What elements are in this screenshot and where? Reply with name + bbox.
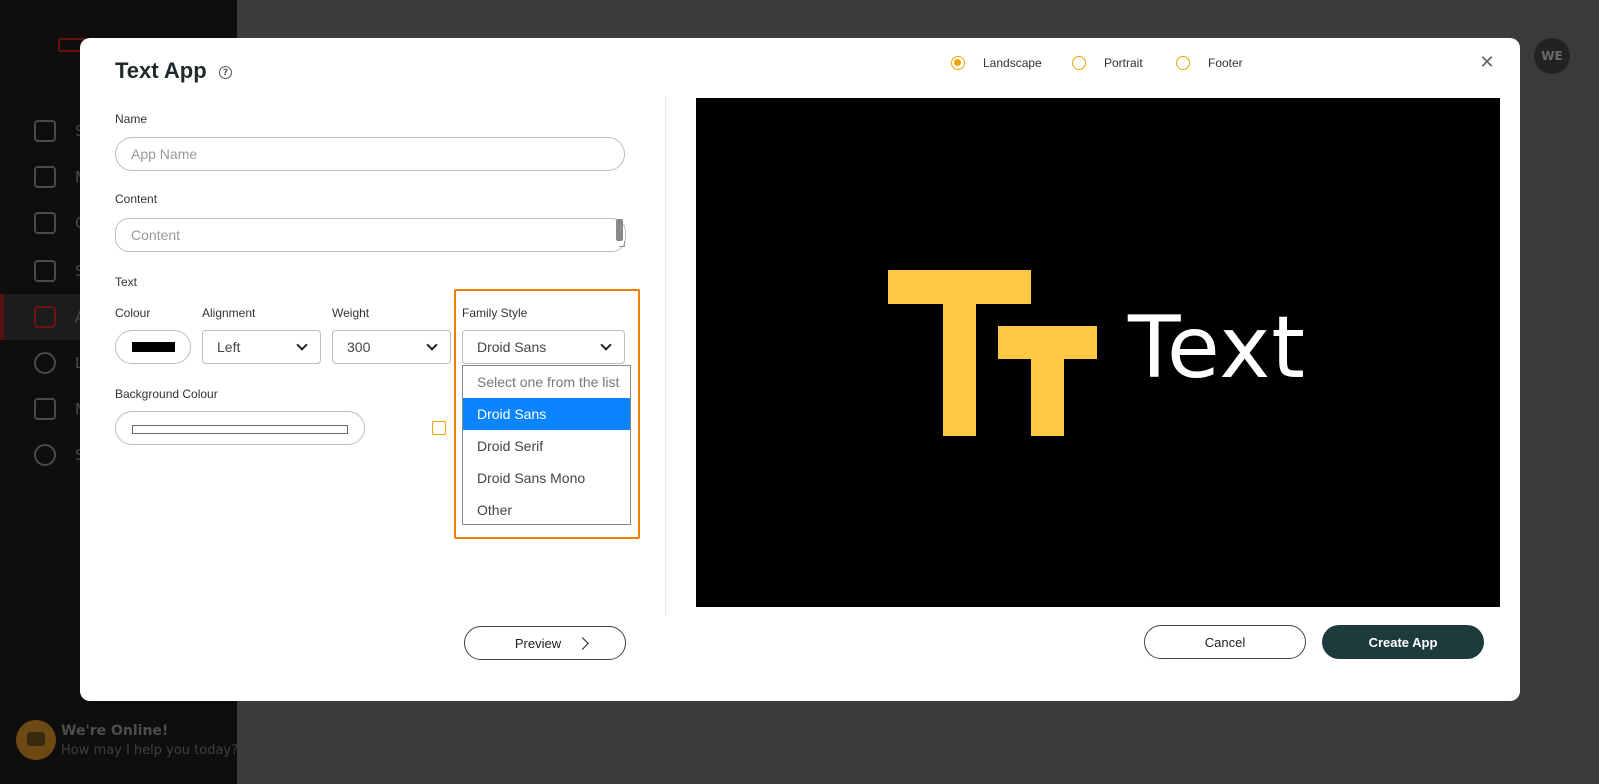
name-label: Name [115,112,148,126]
radio-landscape-label: Landscape [983,56,1042,70]
radio-footer[interactable]: Footer [1176,56,1243,70]
chat-title: We're Online! [61,723,169,739]
folder-icon [34,166,56,188]
textarea-scrollbar[interactable] [616,219,623,241]
content-label: Content [115,192,158,206]
dropdown-option[interactable]: Other [463,494,630,526]
divider [665,96,666,616]
dropdown-option[interactable]: Droid Serif [463,430,630,462]
radio-portrait-label: Portrait [1104,56,1143,70]
text-app-modal: Text App ? Landscape Portrait Footer ✕ N… [80,38,1520,701]
chevron-right-icon [576,637,589,650]
dropdown-option[interactable]: Droid Sans Mono [463,462,630,494]
background-colour-picker[interactable] [115,411,365,445]
create-app-button[interactable]: Create App [1322,625,1484,659]
radio-portrait[interactable]: Portrait [1072,56,1143,70]
text-colour-picker[interactable] [115,330,191,364]
chevron-down-icon [296,339,308,351]
dollar-icon [34,398,56,420]
calendar-icon [34,260,56,282]
text-section-label: Text [115,275,138,289]
weight-label: Weight [332,306,370,320]
weight-value: 300 [347,339,371,355]
colour-swatch [132,342,175,352]
resize-handle-icon[interactable] [619,241,625,247]
avatar: WE [1534,38,1570,74]
chat-icon [16,720,56,760]
dropdown-option[interactable]: Select one from the list [463,366,630,398]
app-name-input[interactable]: App Name [115,137,625,171]
family-style-value: Droid Sans [477,339,547,355]
help-icon[interactable]: ? [219,66,232,79]
colour-label: Colour [115,306,151,320]
preview-pane: Text [696,98,1500,607]
radio-checked-icon[interactable] [951,56,965,70]
preview-text: Text [1128,298,1306,398]
gear-icon [34,444,56,466]
dropdown-option-selected[interactable]: Droid Sans [463,398,630,430]
edit-icon [34,212,56,234]
content-textarea[interactable]: Content [115,218,626,252]
chevron-down-icon [426,339,438,351]
radio-unchecked-icon[interactable] [1176,56,1190,70]
radio-landscape[interactable]: Landscape [951,56,1042,70]
background-colour-label: Background Colour [115,387,218,401]
background-colour-swatch [132,425,348,434]
checkbox[interactable] [432,421,446,435]
monitor-icon [34,120,56,142]
preview-button[interactable]: Preview [464,626,626,660]
family-style-select[interactable]: Droid Sans [462,330,625,364]
close-icon[interactable]: ✕ [1478,54,1496,72]
preview-button-label: Preview [514,635,562,651]
family-style-dropdown: Select one from the list Droid Sans Droi… [462,365,631,525]
alignment-value: Left [217,339,241,355]
text-app-logo-icon [888,270,1097,436]
modal-title: Text App [115,58,207,83]
grid-icon [34,306,56,328]
radio-unchecked-icon[interactable] [1072,56,1086,70]
radio-footer-label: Footer [1208,56,1243,70]
weight-select[interactable]: 300 [332,330,451,364]
alignment-select[interactable]: Left [202,330,321,364]
chat-subtitle: How may I help you today? [61,743,239,758]
family-style-label: Family Style [462,306,528,320]
alignment-label: Alignment [202,306,256,320]
cancel-button[interactable]: Cancel [1144,625,1306,659]
pie-chart-icon [34,352,56,374]
chevron-down-icon [600,339,612,351]
